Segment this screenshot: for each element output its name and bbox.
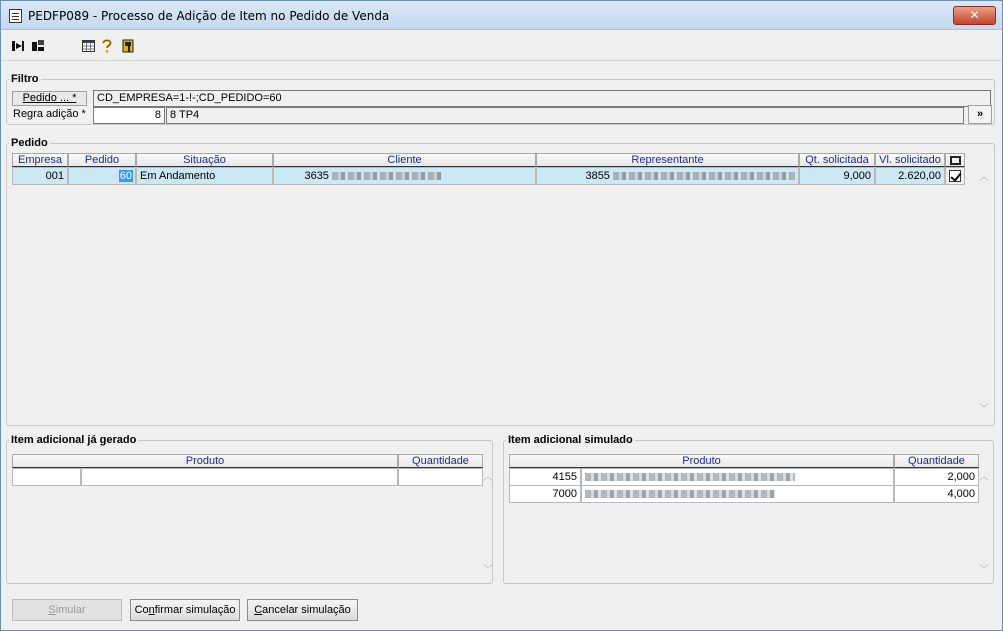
cell-vl-solicitado: 2.620,00 (875, 167, 945, 185)
table-row[interactable]: 7000 4,000 (509, 485, 979, 503)
item-gerado-legend: Item adicional já gerado (11, 434, 137, 446)
scroll-up-icon[interactable]: ︿ (979, 173, 989, 183)
cell-representante-code: 3855 (585, 170, 610, 182)
table-row[interactable] (12, 468, 483, 486)
cell-quantidade: 4,000 (894, 485, 979, 503)
col-vl-solicitado[interactable]: Vl. solicitado (875, 153, 945, 167)
toolbar (1, 31, 1002, 61)
app-document-icon (9, 9, 22, 23)
cell-empresa: 001 (12, 167, 68, 185)
cell-produto (581, 468, 894, 486)
scroll-up-icon[interactable]: ︿ (483, 473, 493, 483)
regra-lookup-button[interactable]: » (968, 105, 992, 124)
cell-cliente-code: 3635 (304, 170, 329, 182)
col-pedido[interactable]: Pedido (68, 153, 136, 167)
cell-quantidade: 2,000 (894, 468, 979, 486)
arrow-in-icon[interactable] (11, 39, 25, 53)
scroll-down-icon[interactable]: ﹀ (483, 566, 493, 576)
regra-description-field: 8 TP4 (166, 107, 964, 124)
col-select-all[interactable] (945, 153, 965, 167)
item-simulado-legend: Item adicional simulado (508, 434, 633, 446)
simular-button[interactable]: Simular (12, 599, 122, 621)
cell-pedido[interactable]: 60 (68, 167, 136, 185)
cell-cliente: 3635 (273, 167, 536, 185)
cell-pedido-value: 60 (118, 170, 133, 182)
arrow-out-icon[interactable] (31, 39, 45, 53)
cell-codigo (12, 468, 81, 486)
col-representante[interactable]: Representante (536, 153, 799, 167)
main-window: PEDFP089 - Processo de Adição de Item no… (0, 0, 1003, 631)
cell-checkbox[interactable] (945, 167, 965, 185)
produto-name-redacted (585, 490, 775, 499)
table-row[interactable]: 4155 2,000 (509, 468, 979, 486)
col-quantidade[interactable]: Quantidade (894, 454, 979, 468)
cell-produto (581, 485, 894, 503)
regra-code-input[interactable]: 8 (93, 107, 165, 124)
scroll-down-icon[interactable]: ﹀ (979, 405, 989, 415)
pedido-filter-field[interactable]: CD_EMPRESA=1-!-;CD_PEDIDO=60 (93, 90, 991, 107)
cell-codigo: 4155 (509, 468, 581, 486)
pedido-grid-header: Empresa Pedido Situação Cliente Represen… (12, 153, 965, 167)
filtro-legend: Filtro (11, 73, 39, 85)
col-cliente[interactable]: Cliente (273, 153, 536, 167)
help-icon[interactable] (100, 39, 114, 53)
cell-codigo: 7000 (509, 485, 581, 503)
select-all-checkbox-icon[interactable] (949, 155, 961, 165)
cliente-name-redacted (332, 172, 442, 181)
pedido-legend: Pedido (11, 137, 48, 149)
cell-produto (81, 468, 398, 486)
title-bar: PEDFP089 - Processo de Adição de Item no… (1, 1, 1002, 30)
table-row[interactable]: 001 60 Em Andamento 3635 3855 9,000 2.62… (12, 167, 965, 185)
scroll-down-icon[interactable]: ﹀ (979, 566, 989, 576)
col-quantidade[interactable]: Quantidade (398, 454, 483, 468)
item-gerado-grid-header: Produto Quantidade (12, 454, 483, 468)
close-button[interactable]: ✕ (953, 6, 996, 25)
representante-name-redacted (613, 172, 795, 181)
confirmar-simulacao-button[interactable]: Confirmar simulação (130, 599, 240, 621)
col-produto[interactable]: Produto (12, 454, 398, 468)
window-title: PEDFP089 - Processo de Adição de Item no… (28, 9, 390, 23)
regra-label: Regra adição * (13, 108, 86, 120)
pedido-lookup-button[interactable]: Pedido ... * (12, 91, 87, 106)
col-situacao[interactable]: Situação (136, 153, 273, 167)
cell-qt-solicitada: 9,000 (799, 167, 875, 185)
exit-door-icon[interactable] (121, 39, 135, 53)
cell-representante: 3855 (536, 167, 799, 185)
row-select-checkbox[interactable] (949, 170, 961, 183)
col-qt-solicitada[interactable]: Qt. solicitada (799, 153, 875, 167)
produto-name-redacted (585, 473, 795, 482)
pedido-label: Pedido ... * (22, 92, 77, 104)
cell-quantidade (398, 468, 483, 486)
calendar-grid-icon[interactable] (81, 39, 95, 53)
col-produto[interactable]: Produto (509, 454, 894, 468)
scroll-up-icon[interactable]: ︿ (979, 473, 989, 483)
cell-situacao: Em Andamento (136, 167, 273, 185)
item-simulado-grid-header: Produto Quantidade (509, 454, 979, 468)
cancelar-simulacao-button[interactable]: Cancelar simulação (247, 599, 358, 621)
col-empresa[interactable]: Empresa (12, 153, 68, 167)
